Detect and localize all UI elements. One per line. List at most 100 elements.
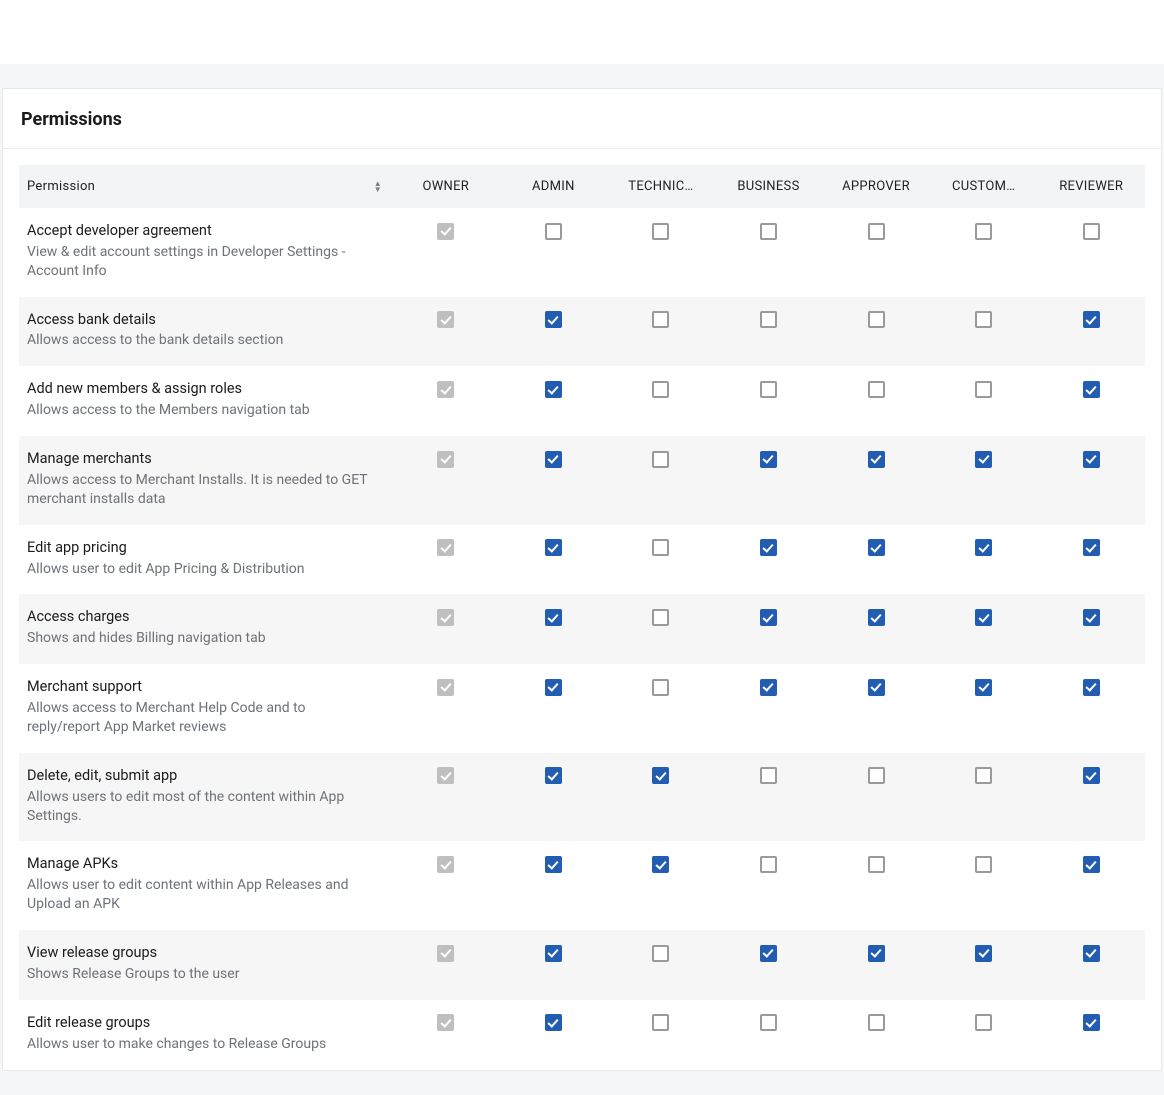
grant-cell [607,664,715,753]
grant-checkbox[interactable] [868,451,885,468]
grant-checkbox[interactable] [545,1014,562,1031]
separator-gap [0,64,1164,88]
grant-checkbox[interactable] [760,311,777,328]
grant-checkbox[interactable] [868,311,885,328]
grant-checkbox[interactable] [545,223,562,240]
grant-cell [715,753,823,842]
grant-cell [607,436,715,525]
grant-checkbox[interactable] [1083,609,1100,626]
grant-checkbox[interactable] [975,767,992,784]
grant-cell [392,930,500,1000]
grant-checkbox[interactable] [545,856,562,873]
grant-checkbox[interactable] [975,539,992,556]
grant-checkbox[interactable] [868,1014,885,1031]
column-label: OWNER [422,179,469,194]
grant-checkbox[interactable] [545,679,562,696]
grant-cell [715,594,823,664]
grant-checkbox[interactable] [545,767,562,784]
grant-checkbox[interactable] [652,539,669,556]
grant-cell [500,594,608,664]
grant-checkbox[interactable] [760,609,777,626]
grant-checkbox[interactable] [545,311,562,328]
grant-checkbox[interactable] [868,679,885,696]
grant-cell [930,664,1038,753]
grant-checkbox[interactable] [545,609,562,626]
grant-checkbox[interactable] [868,856,885,873]
grant-cell [392,594,500,664]
grant-checkbox[interactable] [545,945,562,962]
sort-icon[interactable]: ▲▼ [374,181,382,193]
grant-checkbox[interactable] [975,451,992,468]
grant-cell [392,841,500,930]
grant-checkbox[interactable] [975,945,992,962]
grant-checkbox[interactable] [652,856,669,873]
grant-checkbox[interactable] [1083,767,1100,784]
permission-cell: Access chargesShows and hides Billing na… [19,594,392,664]
grant-checkbox[interactable] [1083,451,1100,468]
grant-checkbox[interactable] [652,1014,669,1031]
grant-cell [822,297,930,367]
grant-cell [930,753,1038,842]
column-header-role: ADMIN [500,165,608,208]
grant-checkbox[interactable] [545,381,562,398]
grant-checkbox[interactable] [652,451,669,468]
grant-checkbox[interactable] [760,945,777,962]
grant-checkbox[interactable] [760,381,777,398]
grant-checkbox[interactable] [1083,679,1100,696]
grant-checkbox[interactable] [760,1014,777,1031]
grant-cell [607,841,715,930]
grant-checkbox[interactable] [652,945,669,962]
grant-checkbox[interactable] [1083,223,1100,240]
grant-checkbox[interactable] [760,451,777,468]
grant-checkbox[interactable] [975,609,992,626]
grant-checkbox [437,451,454,468]
grant-checkbox [437,539,454,556]
grant-checkbox[interactable] [760,223,777,240]
grant-checkbox[interactable] [1083,945,1100,962]
grant-checkbox[interactable] [652,223,669,240]
grant-cell [607,753,715,842]
grant-checkbox[interactable] [652,609,669,626]
grant-checkbox[interactable] [975,1014,992,1031]
grant-checkbox[interactable] [545,451,562,468]
grant-cell [930,594,1038,664]
grant-checkbox[interactable] [868,609,885,626]
column-label: BUSINESS [737,179,799,194]
grant-checkbox[interactable] [1083,381,1100,398]
grant-checkbox[interactable] [975,381,992,398]
table-row: Accept developer agreementView & edit ac… [19,208,1145,297]
column-header-permission[interactable]: Permission▲▼ [19,165,392,208]
grant-checkbox[interactable] [1083,539,1100,556]
grant-cell [822,525,930,595]
grant-cell [715,366,823,436]
grant-checkbox[interactable] [868,945,885,962]
grant-checkbox[interactable] [1083,311,1100,328]
grant-checkbox[interactable] [652,311,669,328]
grant-checkbox[interactable] [975,311,992,328]
grant-checkbox[interactable] [760,856,777,873]
grant-checkbox[interactable] [868,539,885,556]
grant-checkbox[interactable] [868,381,885,398]
grant-checkbox[interactable] [868,767,885,784]
grant-checkbox[interactable] [652,381,669,398]
grant-checkbox[interactable] [760,767,777,784]
grant-checkbox[interactable] [975,223,992,240]
grant-checkbox[interactable] [760,539,777,556]
grant-checkbox[interactable] [545,539,562,556]
grant-cell [930,1000,1038,1070]
permission-label: Add new members & assign roles [27,380,384,399]
grant-checkbox[interactable] [975,679,992,696]
grant-checkbox[interactable] [760,679,777,696]
grant-checkbox[interactable] [868,223,885,240]
grant-checkbox[interactable] [652,679,669,696]
grant-checkbox[interactable] [1083,856,1100,873]
grant-checkbox[interactable] [1083,1014,1100,1031]
grant-cell [1037,594,1145,664]
grant-checkbox[interactable] [975,856,992,873]
permission-label: Accept developer agreement [27,222,384,241]
permission-label: Manage merchants [27,450,384,469]
table-row: Merchant supportAllows access to Merchan… [19,664,1145,753]
permission-cell: Manage APKsAllows user to edit content w… [19,841,392,930]
grant-checkbox[interactable] [652,767,669,784]
grant-checkbox [437,1014,454,1031]
